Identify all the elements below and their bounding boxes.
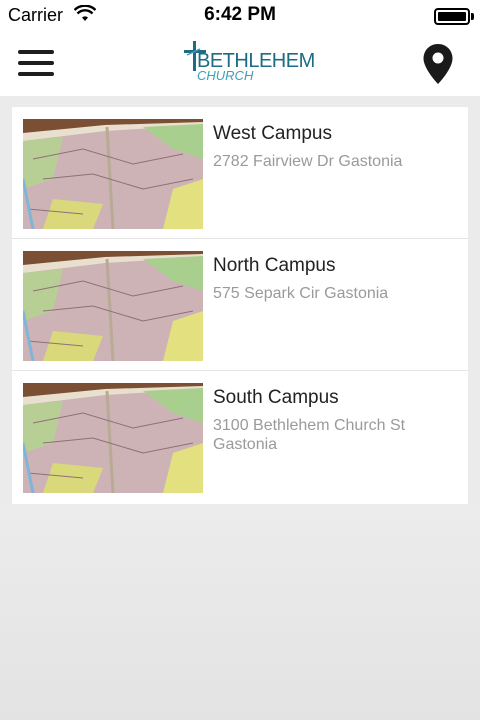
campus-address: 575 Separk Cir Gastonia: [213, 285, 389, 302]
campus-row[interactable]: North Campus 575 Separk Cir Gastonia: [12, 239, 468, 371]
campus-name: South Campus: [213, 387, 339, 408]
map-atlas-image: [23, 119, 203, 229]
campus-name: North Campus: [213, 255, 336, 276]
campus-address: 2782 Fairview Dr Gastonia: [213, 153, 403, 170]
battery-icon: [434, 8, 470, 25]
campus-row[interactable]: South Campus 3100 Bethlehem Church St Ga…: [12, 371, 468, 503]
campus-name: West Campus: [213, 123, 332, 144]
campus-row[interactable]: West Campus 2782 Fairview Dr Gastonia: [12, 107, 468, 239]
campus-list: West Campus 2782 Fairview Dr Gastonia No…: [12, 107, 468, 504]
map-atlas-image: [23, 251, 203, 361]
church-logo: BETHLEHEM CHURCH: [184, 41, 315, 85]
campus-address: 3100 Bethlehem Church St Gastonia: [213, 417, 406, 453]
map-atlas-image: [23, 383, 203, 493]
hamburger-menu-icon[interactable]: [18, 46, 56, 78]
status-time: 6:42 PM: [204, 4, 276, 25]
battery-tip: [471, 13, 474, 20]
nav-bar: BETHLEHEM CHURCH: [0, 32, 480, 96]
status-bar: Carrier 6:42 PM: [0, 0, 480, 32]
empty-background: [0, 504, 480, 720]
map-pin-icon[interactable]: [422, 43, 454, 85]
logo-text-secondary: CHURCH: [197, 68, 254, 83]
